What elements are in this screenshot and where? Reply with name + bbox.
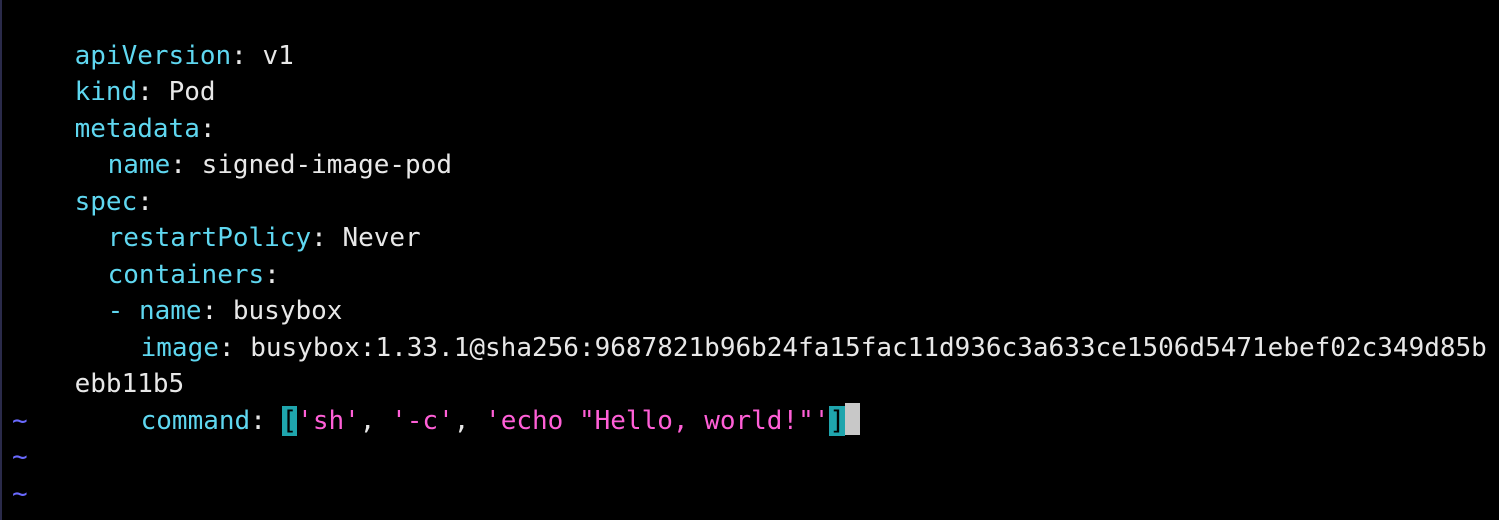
line-metadata: metadata: bbox=[12, 74, 1499, 144]
string-arg: 'echo "Hello, world!"' bbox=[485, 405, 830, 436]
vim-editor-buffer[interactable]: apiVersion: v1 kind: Pod metadata: name:… bbox=[0, 0, 1499, 520]
yaml-list-dash: - bbox=[107, 296, 139, 326]
yaml-key: image bbox=[140, 332, 219, 363]
line-apiversion: apiVersion: v1 bbox=[12, 1, 1499, 71]
yaml-separator: : bbox=[218, 332, 251, 363]
comma: , bbox=[453, 405, 486, 436]
empty-line-marker: ~ bbox=[12, 478, 28, 509]
string-arg: '-c' bbox=[391, 405, 454, 436]
yaml-separator: : bbox=[199, 113, 216, 144]
yaml-key: name bbox=[107, 150, 171, 180]
line-command: command: ['sh', '-c', 'echo "Hello, worl… bbox=[12, 366, 1499, 436]
line-metadata-name: name: signed-image-pod bbox=[12, 111, 1499, 180]
matching-bracket-open: [ bbox=[281, 405, 298, 436]
yaml-key: spec bbox=[74, 186, 138, 217]
yaml-separator: : bbox=[137, 186, 153, 217]
yaml-separator: : bbox=[170, 150, 202, 180]
yaml-key: apiVersion bbox=[74, 40, 232, 71]
yaml-separator: : bbox=[264, 259, 280, 290]
yaml-separator: : bbox=[311, 223, 343, 253]
yaml-value: busybox:1.33.1@sha256:9687821b96b24fa15f… bbox=[250, 332, 1487, 363]
yaml-value: Never bbox=[342, 223, 421, 253]
yaml-value: busybox bbox=[232, 296, 343, 326]
yaml-key: kind bbox=[74, 77, 138, 107]
yaml-separator: : bbox=[250, 405, 282, 436]
yaml-value-wrapped: ebb11b5 bbox=[74, 369, 185, 399]
yaml-key: name bbox=[138, 296, 202, 326]
empty-line-marker: ~ bbox=[12, 442, 28, 472]
yaml-value: Pod bbox=[168, 77, 216, 107]
yaml-value: v1 bbox=[262, 40, 294, 71]
yaml-separator: : bbox=[201, 296, 233, 326]
yaml-key: containers bbox=[107, 259, 265, 290]
yaml-key: metadata bbox=[74, 113, 200, 144]
yaml-value: signed-image-pod bbox=[201, 150, 453, 180]
yaml-key: command bbox=[140, 405, 251, 436]
yaml-separator: : bbox=[231, 40, 263, 71]
yaml-key: restartPolicy bbox=[107, 223, 312, 253]
text-cursor[interactable] bbox=[845, 403, 861, 435]
yaml-separator: : bbox=[137, 77, 169, 107]
matching-bracket-close: ] bbox=[829, 405, 846, 436]
string-arg: 'sh' bbox=[297, 405, 360, 436]
comma: , bbox=[359, 405, 392, 436]
line-restart-policy: restartPolicy: Never bbox=[12, 184, 1499, 253]
